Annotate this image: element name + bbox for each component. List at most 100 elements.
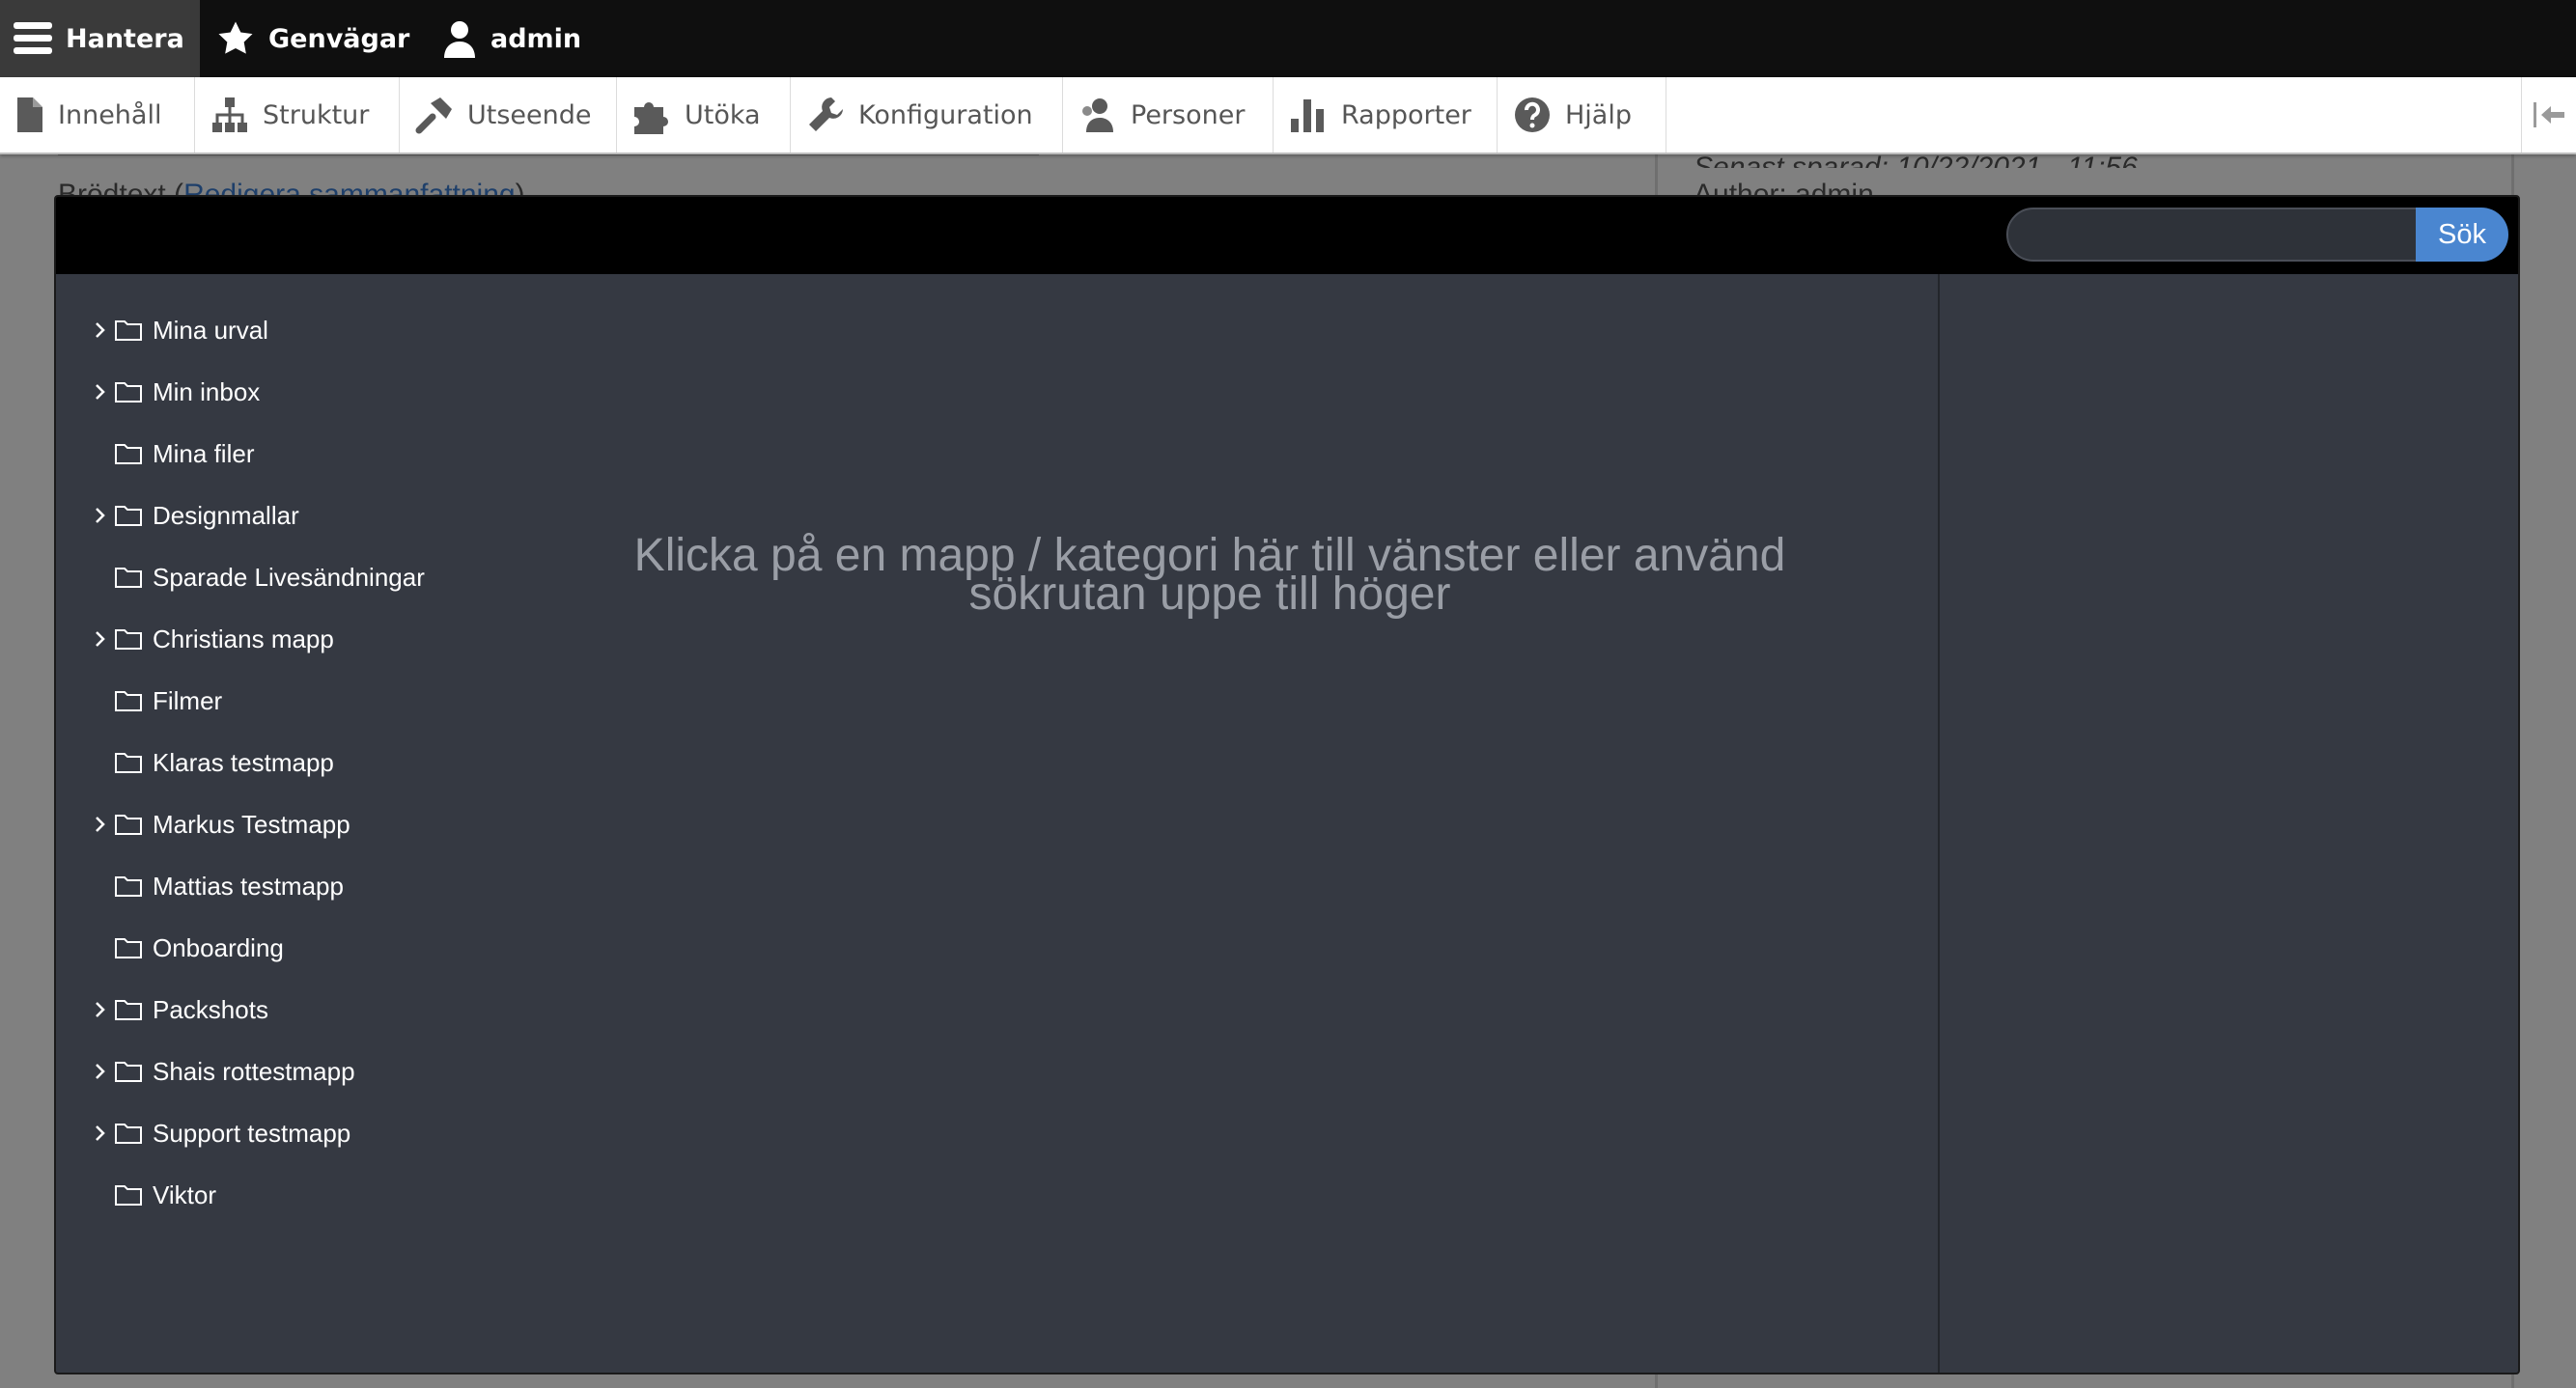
folder-icon: [114, 1183, 143, 1207]
user-icon: [442, 19, 490, 58]
manage-label: Hantera: [66, 23, 184, 54]
background-last-saved: Senast sparad: 10/22/2021 - 11:56: [1694, 153, 2138, 168]
folder-item[interactable]: Mina urval: [85, 311, 268, 349]
folder-label: Markus Testmapp: [153, 809, 350, 839]
folder-item[interactable]: Mina filer: [85, 434, 254, 473]
shortcuts-label: Genvägar: [268, 23, 410, 54]
chevron-right-icon[interactable]: [85, 320, 114, 340]
tray-item-extend[interactable]: Utöka: [617, 77, 791, 153]
folder-item[interactable]: Markus Testmapp: [85, 805, 350, 844]
puzzle-icon: [632, 96, 685, 134]
background-body-label: Brödtext (Redigera sammanfattning): [58, 180, 525, 195]
chevron-right-icon[interactable]: [85, 815, 114, 834]
folder-item[interactable]: Sparade Livesändningar: [85, 558, 425, 597]
folder-label: Packshots: [153, 994, 268, 1024]
tray-item-label: Personer: [1131, 99, 1246, 130]
bar-chart-icon: [1289, 96, 1341, 134]
folder-label: Shais rottestmapp: [153, 1056, 355, 1086]
admin-toolbar: Hantera Genvägar admin: [0, 0, 2576, 77]
user-account-button[interactable]: admin: [442, 0, 581, 77]
folder-icon: [114, 627, 143, 651]
folder-icon: [114, 874, 143, 898]
folder-icon: [114, 751, 143, 774]
tray-item-configuration[interactable]: Konfiguration: [791, 77, 1063, 153]
tray-item-label: Konfiguration: [858, 99, 1033, 130]
tray-item-label: Rapporter: [1341, 99, 1471, 130]
shortcuts-button[interactable]: Genvägar: [216, 0, 409, 77]
tray-item-label: Utseende: [467, 99, 592, 130]
folder-label: Sparade Livesändningar: [153, 562, 425, 592]
empty-state-message: Klicka på en mapp / kategori här till vä…: [633, 530, 1786, 620]
folder-icon: [114, 504, 143, 527]
folder-label: Filmer: [153, 685, 223, 715]
tray-item-people[interactable]: Personer: [1063, 77, 1274, 153]
folder-label: Mina filer: [153, 438, 255, 468]
chevron-right-icon[interactable]: [85, 382, 114, 402]
folder-icon: [114, 319, 143, 342]
folder-item[interactable]: Filmer: [85, 681, 222, 720]
chevron-right-icon[interactable]: [85, 506, 114, 525]
help-icon: [1513, 96, 1565, 134]
folder-icon: [114, 442, 143, 465]
chevron-right-icon[interactable]: [85, 629, 114, 649]
manage-menu-button[interactable]: Hantera: [0, 0, 200, 77]
folder-label: Viktor: [153, 1180, 216, 1209]
tray-item-content[interactable]: Innehåll: [0, 77, 195, 153]
chevron-right-icon[interactable]: [85, 1000, 114, 1019]
folder-item[interactable]: Viktor: [85, 1176, 216, 1214]
paintbrush-icon: [415, 96, 467, 134]
folder-icon: [114, 380, 143, 403]
collapse-left-icon: [2532, 100, 2566, 129]
tray-item-help[interactable]: Hjälp: [1498, 77, 1666, 153]
user-label: admin: [490, 23, 582, 54]
wrench-icon: [806, 96, 858, 134]
folder-label: Onboarding: [153, 932, 284, 962]
document-icon: [15, 96, 58, 134]
folder-icon: [114, 813, 143, 836]
folder-item[interactable]: Mattias testmapp: [85, 867, 344, 905]
tray-item-label: Utöka: [685, 99, 761, 130]
folder-item[interactable]: Designmallar: [85, 496, 299, 535]
folder-icon: [114, 689, 143, 712]
tray-orientation-toggle[interactable]: [2521, 77, 2576, 153]
tray-item-label: Innehåll: [58, 99, 162, 130]
chevron-right-icon[interactable]: [85, 1124, 114, 1143]
background-edit-summary-link: Redigera sammanfattning: [183, 180, 516, 195]
tray-item-label: Hjälp: [1565, 99, 1632, 130]
media-browser-modal: Sök Mina urval Min inbox Mina filer Designm…: [54, 195, 2520, 1374]
folder-item[interactable]: Shais rottestmapp: [85, 1052, 355, 1091]
hamburger-icon: [14, 20, 66, 57]
background-author: Author: admin: [1694, 180, 1874, 195]
chevron-right-icon[interactable]: [85, 1062, 114, 1081]
folder-item[interactable]: Onboarding: [85, 929, 284, 967]
star-icon: [216, 19, 268, 58]
folder-label: Designmallar: [153, 500, 299, 530]
tray-item-structure[interactable]: Struktur: [195, 77, 400, 153]
folder-label: Support testmapp: [153, 1118, 351, 1148]
folder-item[interactable]: Klaras testmapp: [85, 743, 334, 782]
search-input[interactable]: [2006, 208, 2470, 262]
folder-label: Mina urval: [153, 315, 268, 345]
folder-icon: [114, 998, 143, 1021]
tray-item-reports[interactable]: Rapporter: [1274, 77, 1498, 153]
folder-icon: [114, 1122, 143, 1145]
folder-label: Klaras testmapp: [153, 747, 334, 777]
media-browser-header: Sök: [56, 197, 2518, 274]
people-icon: [1078, 96, 1131, 134]
folder-label: Christians mapp: [153, 624, 334, 653]
details-panel: [1940, 274, 2518, 1373]
search-button[interactable]: Sök: [2416, 208, 2508, 262]
tray-item-label: Struktur: [263, 99, 370, 130]
folder-label: Mattias testmapp: [153, 871, 344, 901]
folder-tree: Mina urval Min inbox Mina filer Designmalla…: [56, 274, 1937, 1373]
structure-icon: [210, 96, 263, 134]
folder-item[interactable]: Packshots: [85, 990, 268, 1029]
folder-icon: [114, 1060, 143, 1083]
folder-item[interactable]: Support testmapp: [85, 1114, 350, 1152]
folder-icon: [114, 936, 143, 959]
admin-tray: Innehåll Struktur Utseende Utöka Konfigu…: [0, 77, 2576, 154]
folder-label: Min inbox: [153, 376, 261, 406]
folder-item[interactable]: Min inbox: [85, 373, 260, 411]
folder-item[interactable]: Christians mapp: [85, 620, 334, 658]
tray-item-appearance[interactable]: Utseende: [400, 77, 617, 153]
